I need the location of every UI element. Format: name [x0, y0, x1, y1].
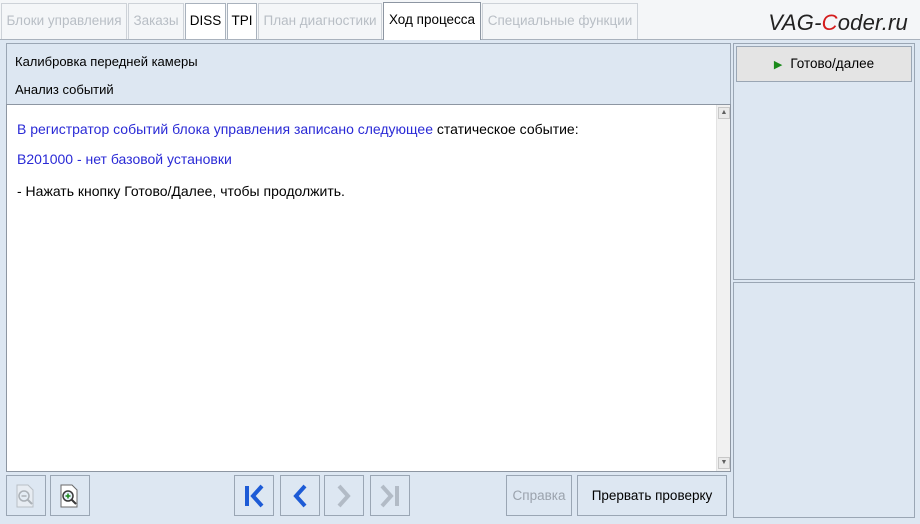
- scroll-down-button[interactable]: ▼: [718, 457, 730, 469]
- fault-code-line: B201000 - нет базовой установки: [17, 151, 232, 167]
- first-step-button[interactable]: [234, 475, 274, 516]
- tab-special-functions[interactable]: Специальные функции: [482, 3, 638, 39]
- play-icon: ▶: [773, 59, 783, 71]
- first-icon: [245, 484, 264, 507]
- back-button[interactable]: [280, 475, 320, 516]
- message-area: В регистратор событий блока управления з…: [6, 104, 731, 472]
- right-info-panel: [733, 282, 915, 518]
- tab-process-flow[interactable]: Ход процесса: [383, 2, 481, 40]
- zoom-in-icon: [60, 484, 78, 507]
- procedure-title: Калибровка передней камеры: [15, 54, 198, 69]
- tab-diss[interactable]: DISS: [185, 3, 226, 39]
- scroll-up-button[interactable]: ▲: [718, 107, 730, 119]
- logo-suffix: oder.ru: [837, 10, 908, 35]
- logo-prefix: VAG-: [768, 10, 822, 35]
- zoom-out-icon: [16, 484, 34, 507]
- tab-tpi[interactable]: TPI: [227, 3, 257, 39]
- vertical-scrollbar[interactable]: ▲ ▼: [716, 105, 730, 471]
- abort-test-button[interactable]: Прервать проверку: [577, 475, 727, 516]
- message-line-1: В регистратор событий блока управления з…: [17, 121, 579, 137]
- right-action-panel: ▶ Готово/далее: [733, 43, 915, 280]
- message-line-1-highlight: В регистратор событий блока управления з…: [17, 121, 433, 137]
- vag-coder-logo: VAG-Coder.ru: [768, 10, 908, 36]
- forward-button[interactable]: [324, 475, 364, 516]
- zoom-out-button[interactable]: [6, 475, 46, 516]
- message-line-1-rest: статическое событие:: [433, 121, 579, 137]
- last-icon: [380, 484, 399, 507]
- bottom-toolbar: Справка Прервать проверку: [6, 472, 731, 518]
- tab-diagnostic-plan[interactable]: План диагностики: [258, 3, 382, 39]
- tab-bar: Блоки управления Заказы DISS TPI План ди…: [0, 0, 920, 40]
- logo-accent: C: [821, 10, 838, 35]
- done-next-button[interactable]: ▶ Готово/далее: [736, 46, 912, 82]
- tab-orders[interactable]: Заказы: [128, 3, 184, 39]
- done-next-label: Готово/далее: [790, 56, 875, 71]
- instruction-line: - Нажать кнопку Готово/Далее, чтобы прод…: [17, 183, 345, 199]
- forward-icon: [337, 484, 351, 507]
- procedure-header: Калибровка передней камеры Анализ событи…: [6, 43, 731, 104]
- tab-control-units[interactable]: Блоки управления: [1, 3, 127, 39]
- last-step-button[interactable]: [370, 475, 410, 516]
- zoom-in-button[interactable]: [50, 475, 90, 516]
- procedure-step: Анализ событий: [15, 82, 114, 97]
- back-icon: [293, 484, 307, 507]
- help-button[interactable]: Справка: [506, 475, 572, 516]
